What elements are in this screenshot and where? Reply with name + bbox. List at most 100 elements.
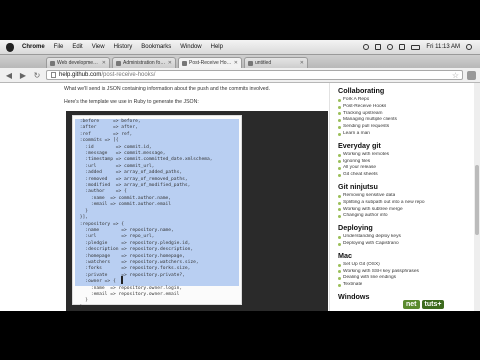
bullet-icon: [338, 201, 341, 205]
sidebar-link[interactable]: Post-Receive Hooks: [338, 104, 426, 111]
menu-history[interactable]: History: [114, 44, 133, 50]
browser-tab-active[interactable]: Post-Receive Hooks - GitHub✕: [178, 57, 242, 68]
browser-tab[interactable]: Web development tutorials...✕: [46, 57, 110, 68]
menu-window[interactable]: Window: [180, 44, 201, 50]
sidebar-section-heading: Collaborating: [338, 86, 385, 95]
bullet-icon: [338, 270, 341, 274]
sidebar-link[interactable]: Changing author info: [338, 213, 426, 220]
sidebar-link[interactable]: Sending pull requests: [338, 124, 426, 131]
sidebar-link[interactable]: Removing sensitive data: [338, 193, 426, 200]
back-arrow-icon[interactable]: ◀: [4, 70, 14, 80]
sidebar-link[interactable]: Working with subtree merge: [338, 207, 426, 214]
menu-view[interactable]: View: [92, 44, 105, 50]
sidebar-link-label: Removing sensitive data: [343, 192, 396, 198]
sidebar-link-label: Git cheat sheets: [343, 172, 378, 178]
sidebar-link-label: Working with subtree merge: [343, 206, 403, 212]
sidebar-link[interactable]: Textmate: [338, 282, 426, 289]
sidebar-link[interactable]: Ignoring files: [338, 159, 426, 166]
tab-close-icon[interactable]: ✕: [234, 60, 238, 66]
tab-title: Administration for jeffrey@...: [123, 60, 166, 66]
text-cursor: [121, 276, 123, 284]
mac-menubar: Chrome File Edit View History Bookmarks …: [0, 40, 480, 55]
menu-file[interactable]: File: [54, 44, 64, 50]
code-listing[interactable]: :before => before, :after => after, :ref…: [72, 115, 242, 310]
reload-icon[interactable]: ↻: [32, 70, 42, 80]
sidebar-link-label: Ignoring files: [343, 158, 371, 164]
tab-title: Web development tutorials...: [57, 60, 100, 66]
sidebar-link-label: Set Up Git (OSX): [343, 261, 380, 267]
menu-bookmarks[interactable]: Bookmarks: [141, 44, 171, 50]
sidebar-link[interactable]: Git cheat sheets: [338, 172, 426, 179]
address-bar[interactable]: help.github.com/post-receive-hooks/ ☆: [46, 70, 463, 80]
sidebar-link-label: All your release: [343, 165, 377, 171]
bullet-icon: [338, 174, 341, 178]
sidebar-link[interactable]: Tracking upstream: [338, 111, 426, 118]
tab-close-icon[interactable]: ✕: [168, 60, 172, 66]
nettuts-logo: net tuts+: [403, 297, 475, 311]
menubar-clock[interactable]: Fri 11:13 AM: [426, 44, 460, 50]
sidebar-link-label: Tracking upstream: [343, 110, 383, 116]
sidebar-link-label: Working with SSH key passphrases: [343, 268, 419, 274]
bullet-icon: [338, 194, 341, 198]
sidebar-link[interactable]: Working with remotes: [338, 152, 426, 159]
tab-title: untitled: [255, 60, 272, 66]
bullet-icon: [338, 236, 341, 240]
spotlight-search-icon[interactable]: [466, 44, 472, 50]
bluetooth-icon[interactable]: [375, 44, 382, 50]
bullet-icon: [338, 167, 341, 171]
browser-tab[interactable]: Administration for jeffrey@...✕: [112, 57, 176, 68]
sidebar-link[interactable]: Deploying with Capistrano: [338, 241, 426, 248]
code-block: :before => before, :after => after, :ref…: [66, 111, 328, 311]
tab-favicon-icon: [116, 60, 121, 66]
sidebar-link[interactable]: Learn a man: [338, 131, 426, 138]
apple-icon[interactable]: [6, 42, 14, 52]
sidebar-link-label: Textmate: [343, 282, 363, 288]
volume-icon[interactable]: [399, 44, 406, 50]
menu-help[interactable]: Help: [211, 44, 223, 50]
menu-edit[interactable]: Edit: [72, 44, 82, 50]
bookmark-star-icon[interactable]: ☆: [452, 71, 459, 80]
bullet-icon: [338, 112, 341, 116]
sidebar-link-label: Managing multiple clients: [343, 117, 397, 123]
menu-app-name[interactable]: Chrome: [22, 44, 45, 50]
sidebar-link[interactable]: Fork A Repo: [338, 97, 426, 104]
page-icon: [51, 72, 56, 78]
sidebar-section-heading: Everyday git: [338, 140, 381, 150]
sidebar-section-heading: Deploying: [338, 223, 373, 233]
wrench-icon[interactable]: [467, 70, 476, 80]
sidebar-link[interactable]: Working with SSH key passphrases: [338, 269, 426, 276]
bullet-icon: [338, 126, 341, 130]
sidebar-link-label: Learn a man: [343, 130, 370, 136]
page-viewport: What we'll send is JSON containing infor…: [0, 83, 480, 311]
help-sidebar: Collaborating Fork A Repo Post-Receive Hoo…: [329, 83, 426, 311]
sidebar-section-heading: Mac: [338, 250, 352, 260]
page-scrollbar[interactable]: [474, 83, 480, 311]
sidebar-section-heading: Git ninjutsu: [338, 181, 378, 191]
tab-favicon-icon: [50, 60, 55, 66]
sidebar-link[interactable]: Splitting a subpath out into a new repo: [338, 200, 426, 207]
article-column: What we'll send is JSON containing infor…: [54, 83, 329, 311]
tab-close-icon[interactable]: ✕: [300, 60, 304, 66]
sidebar-link[interactable]: All your release: [338, 165, 426, 172]
bullet-icon: [338, 98, 341, 102]
browser-toolbar: ◀ ▶ ↻ help.github.com/post-receive-hooks…: [0, 68, 480, 83]
intro-paragraph: What we'll send is JSON containing infor…: [64, 86, 271, 92]
browser-tab[interactable]: untitled ✕: [244, 57, 308, 68]
time-machine-icon[interactable]: [363, 44, 370, 50]
sidebar-link[interactable]: Managing multiple clients: [338, 117, 426, 124]
tab-close-icon[interactable]: ✕: [102, 60, 106, 66]
scrollbar-thumb[interactable]: [475, 165, 479, 235]
wifi-icon[interactable]: [387, 44, 394, 50]
sidebar-link[interactable]: Understanding deploy keys: [338, 234, 426, 241]
bullet-icon: [338, 208, 341, 212]
template-paragraph: Here's the template we use in Ruby to ge…: [64, 99, 199, 105]
forward-arrow-icon[interactable]: ▶: [18, 70, 28, 80]
battery-icon[interactable]: [411, 44, 421, 50]
sidebar-link-label: Splitting a subpath out into a new repo: [343, 199, 425, 205]
sidebar-link-label: Dealing with line endings: [343, 275, 397, 281]
sidebar-link[interactable]: Dealing with line endings: [338, 275, 426, 282]
bullet-icon: [338, 277, 341, 281]
sidebar-link-label: Fork A Repo: [343, 97, 370, 102]
sidebar-link-label: Working with remotes: [343, 151, 390, 157]
sidebar-link[interactable]: Set Up Git (OSX): [338, 262, 426, 269]
